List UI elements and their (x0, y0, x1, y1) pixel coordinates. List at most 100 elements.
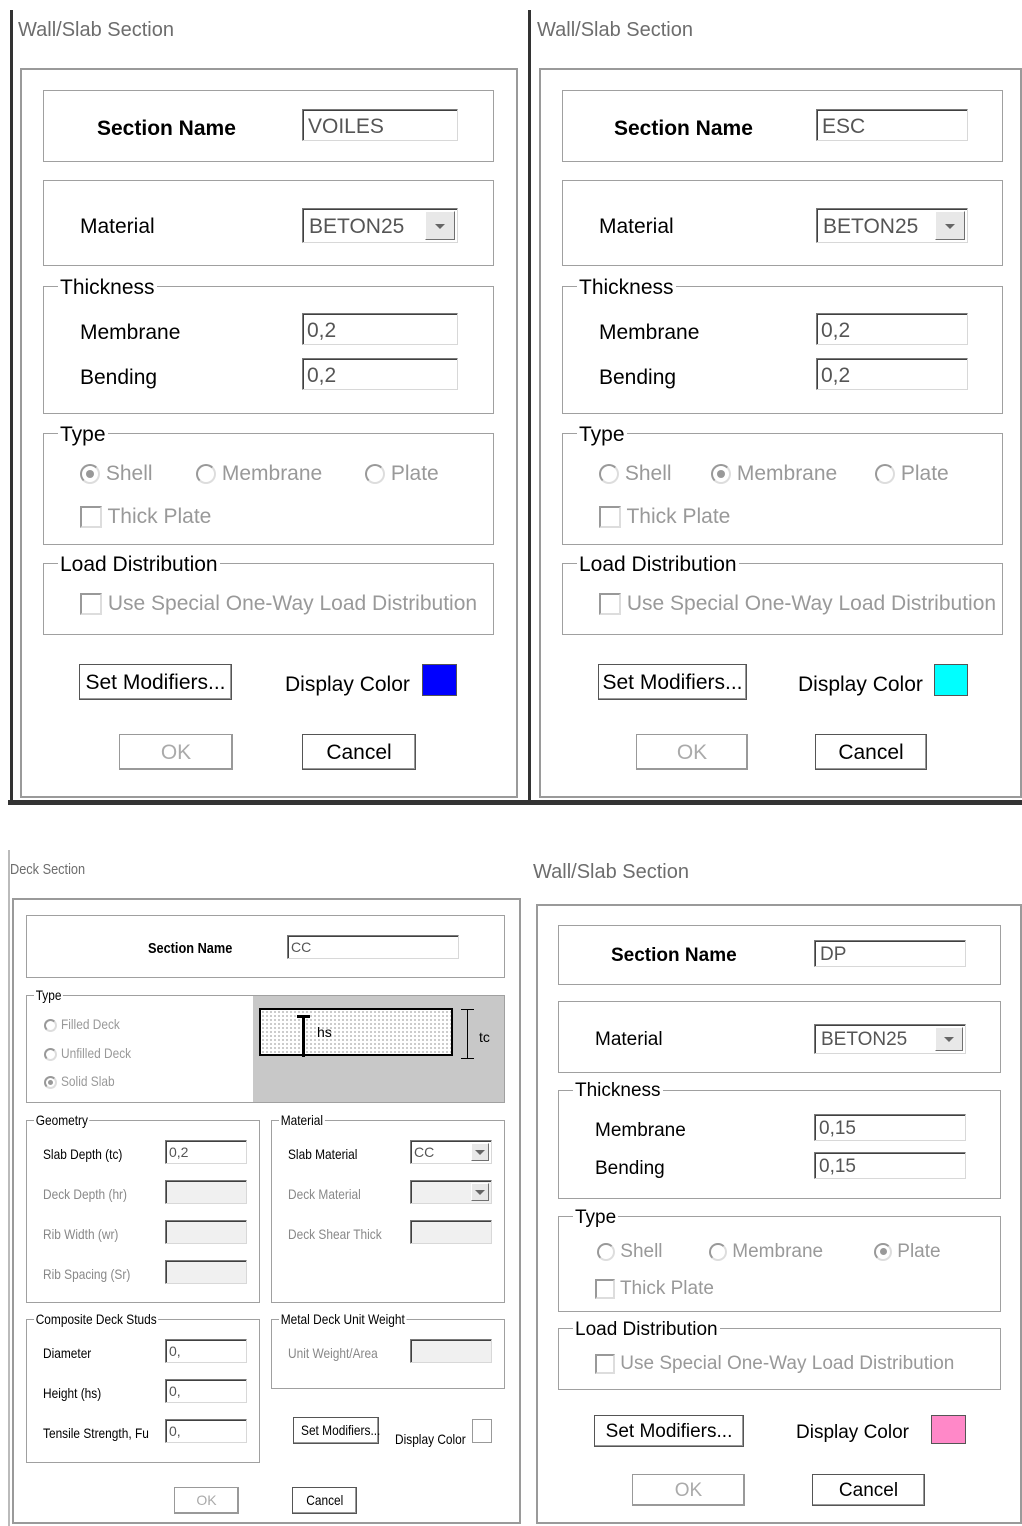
radio-plate-label: Plate (897, 1241, 941, 1262)
display-color-swatch[interactable] (934, 664, 968, 696)
chevron-down-icon[interactable] (935, 211, 965, 240)
set-modifiers-label: Set Modifiers... (301, 1422, 381, 1438)
material-legend: Material (279, 1112, 325, 1128)
ok-button[interactable]: OK (636, 734, 748, 770)
deck-depth-input[interactable] (165, 1180, 247, 1204)
membrane-thickness-input[interactable]: 0,15 (814, 1114, 966, 1141)
radio-plate-label: Plate (900, 462, 949, 485)
radio-plate[interactable]: Plate (875, 462, 949, 485)
radio-shell[interactable]: Shell (80, 463, 153, 485)
chevron-down-icon[interactable] (471, 1143, 489, 1161)
tc-tick-bottom (461, 1058, 474, 1059)
wall-slab-dialog-voiles: Wall/Slab Section Section Name VOILES Ma… (0, 0, 528, 806)
thick-plate-checkbox[interactable]: Thick Plate (599, 506, 730, 529)
set-modifiers-button[interactable]: Set Modifiers... (598, 664, 747, 700)
geometry-legend: Geometry (34, 1112, 90, 1128)
ok-button[interactable]: OK (119, 734, 233, 770)
display-color-swatch[interactable] (931, 1415, 966, 1444)
section-name-label: Section Name (614, 117, 753, 140)
radio-circle-icon (80, 464, 100, 485)
checkbox-icon (599, 593, 621, 616)
material-dropdown[interactable]: BETON25 (302, 208, 458, 243)
height-input[interactable]: 0, (165, 1379, 247, 1403)
section-name-label: Section Name (611, 945, 737, 966)
radio-membrane-label: Membrane (736, 462, 838, 485)
radio-plate[interactable]: Plate (365, 463, 439, 485)
radio-shell[interactable]: Shell (599, 463, 672, 485)
radio-shell[interactable]: Shell (597, 1242, 663, 1261)
one-way-load-checkbox[interactable]: Use Special One-Way Load Distribution (599, 593, 996, 616)
radio-membrane[interactable]: Membrane (709, 1242, 823, 1261)
one-way-load-label: Use Special One-Way Load Distribution (620, 1353, 955, 1375)
section-name-input[interactable]: VOILES (302, 109, 458, 141)
unit-weight-label: Unit Weight/Area (288, 1345, 378, 1361)
set-modifiers-button[interactable]: Set Modifiers... (293, 1417, 381, 1444)
bending-thickness-input[interactable]: 0,15 (814, 1152, 966, 1179)
radio-selected-dot (717, 470, 725, 479)
deck-material-dropdown[interactable] (410, 1180, 492, 1204)
ok-button[interactable]: OK (174, 1487, 239, 1514)
thick-plate-checkbox[interactable]: Thick Plate (80, 506, 211, 529)
bending-thickness-input[interactable]: 0,2 (302, 358, 458, 390)
radio-solid-slab[interactable]: Solid Slab (44, 1074, 124, 1089)
cancel-button[interactable]: Cancel (292, 1487, 357, 1514)
load-distribution-legend: Load Distribution (573, 1319, 720, 1340)
rib-spacing-input[interactable] (165, 1260, 247, 1284)
section-name-input[interactable]: CC (287, 935, 459, 959)
set-modifiers-button[interactable]: Set Modifiers... (79, 664, 232, 700)
radio-circle-icon (874, 1242, 892, 1261)
slab-depth-input[interactable]: 0,2 (165, 1140, 247, 1164)
thickness-legend: Thickness (577, 276, 676, 299)
membrane-thickness-input[interactable]: 0,2 (816, 313, 968, 345)
thick-plate-checkbox[interactable]: Thick Plate (595, 1279, 714, 1299)
radio-membrane[interactable]: Membrane (196, 462, 323, 485)
thickness-legend: Thickness (58, 276, 157, 299)
material-dropdown[interactable]: BETON25 (816, 208, 968, 243)
one-way-load-checkbox[interactable]: Use Special One-Way Load Distribution (80, 593, 477, 616)
membrane-label: Membrane (599, 321, 700, 344)
set-modifiers-button[interactable]: Set Modifiers... (594, 1415, 744, 1447)
section-name-input[interactable]: ESC (816, 109, 968, 141)
bending-thickness-input[interactable]: 0,2 (816, 358, 968, 390)
radio-membrane[interactable]: Membrane (711, 462, 838, 485)
window-edge (528, 800, 1022, 805)
type-legend: Type (573, 1207, 619, 1228)
cancel-button[interactable]: Cancel (815, 734, 927, 770)
deck-depth-label: Deck Depth (hr) (43, 1186, 127, 1202)
radio-circle-icon (44, 1018, 57, 1032)
hs-label: hs (317, 1024, 332, 1040)
slab-material-dropdown[interactable]: CC (410, 1140, 492, 1164)
rib-width-input[interactable] (165, 1220, 247, 1244)
radio-filled-deck[interactable]: Filled Deck (44, 1017, 130, 1032)
thickness-legend: Thickness (573, 1080, 663, 1101)
cancel-button[interactable]: Cancel (302, 734, 416, 770)
ok-button[interactable]: OK (632, 1474, 745, 1506)
display-color-label: Display Color (285, 673, 410, 696)
radio-unfilled-deck[interactable]: Unfilled Deck (44, 1046, 143, 1061)
material-dropdown[interactable]: BETON25 (814, 1024, 966, 1054)
slab-cross-section (259, 1008, 453, 1056)
display-color-swatch[interactable] (422, 664, 457, 696)
chevron-down-icon[interactable] (425, 211, 455, 240)
diameter-input[interactable]: 0, (165, 1339, 247, 1363)
radio-solid-slab-label: Solid Slab (60, 1073, 115, 1089)
section-name-label: Section Name (148, 940, 233, 957)
one-way-load-checkbox[interactable]: Use Special One-Way Load Distribution (595, 1354, 954, 1374)
display-color-swatch[interactable] (472, 1419, 492, 1443)
chevron-down-icon[interactable] (935, 1027, 963, 1051)
tc-dimension-line (467, 1009, 468, 1059)
radio-plate[interactable]: Plate (874, 1242, 941, 1261)
section-name-input[interactable]: DP (814, 940, 966, 967)
unit-weight-input[interactable] (410, 1339, 492, 1363)
checkbox-icon (599, 506, 621, 529)
radio-membrane-label: Membrane (221, 462, 323, 485)
section-name-label: Section Name (97, 117, 236, 140)
display-color-label: Display Color (798, 673, 923, 696)
membrane-thickness-input[interactable]: 0,2 (302, 313, 458, 345)
tensile-strength-input[interactable]: 0, (165, 1419, 247, 1443)
radio-shell-label: Shell (620, 1241, 663, 1262)
thick-plate-label: Thick Plate (619, 1278, 714, 1300)
cancel-button[interactable]: Cancel (812, 1474, 925, 1506)
chevron-down-icon[interactable] (471, 1183, 489, 1201)
deck-shear-thick-input[interactable] (410, 1220, 492, 1244)
